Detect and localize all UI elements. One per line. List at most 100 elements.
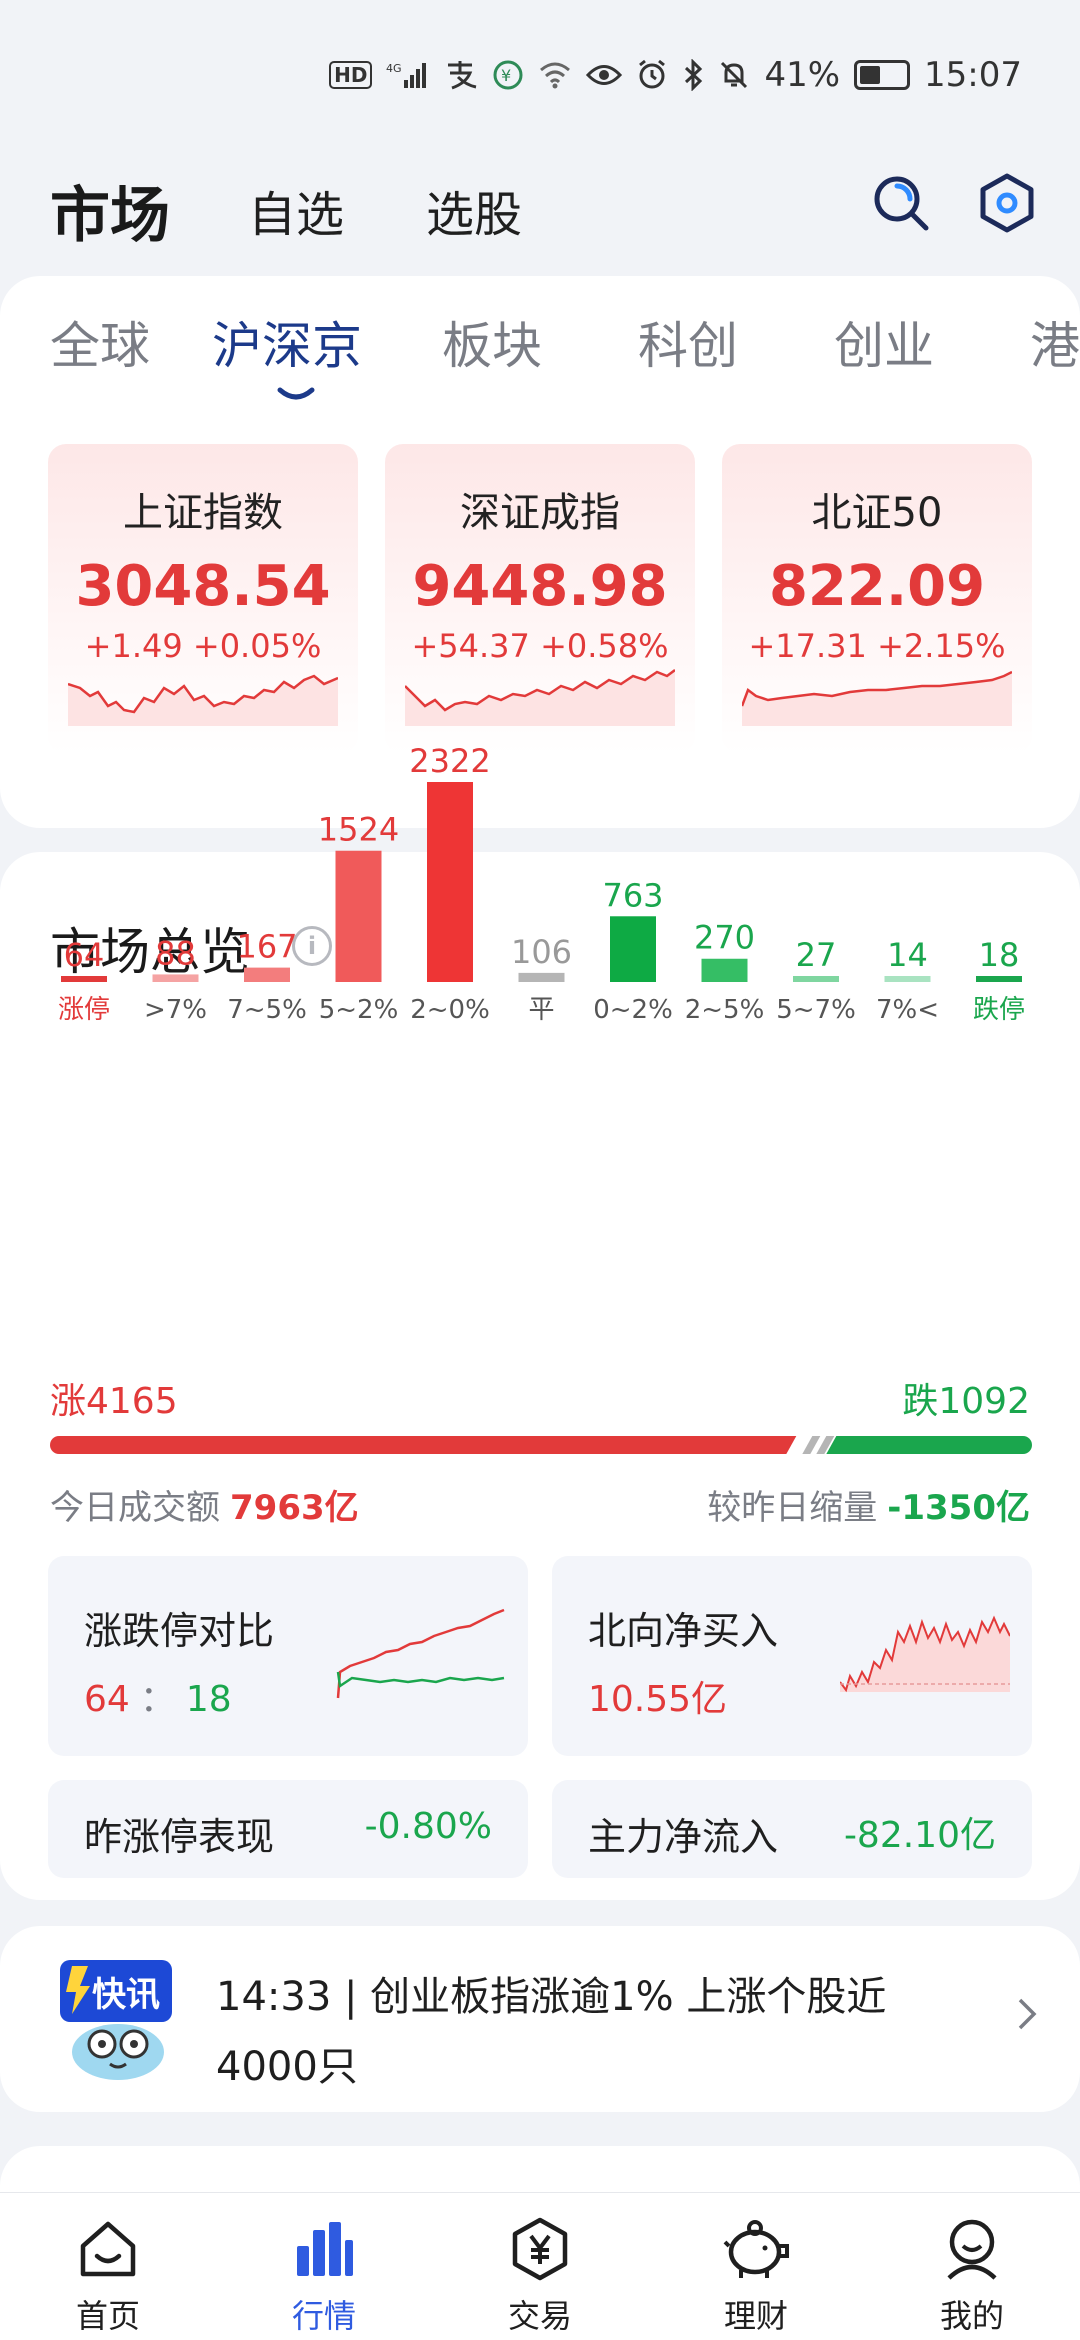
- index-value: 822.09: [768, 554, 986, 619]
- index-change: +1.49 +0.05%: [84, 627, 322, 665]
- tab-global[interactable]: 全球: [50, 306, 150, 378]
- nav-trade[interactable]: 交易: [432, 2193, 648, 2340]
- turnover-today: 今日成交额 7963亿: [50, 1488, 359, 1528]
- settings-hexagon-icon[interactable]: [974, 170, 1040, 236]
- page-title: 市场: [50, 180, 170, 251]
- nav-market[interactable]: 行情: [216, 2193, 432, 2340]
- rise-fall-distribution-chart: 64 涨停 88 >7% 167 7~5% 1524 5~2% 2322 2~0% 106 平 763 0…: [58, 742, 1025, 1025]
- tab-sectors[interactable]: 板块: [442, 306, 542, 378]
- distribution-value-label: 88: [155, 934, 196, 972]
- yesterday-limit-value: -0.80%: [364, 1806, 492, 1847]
- header-tab-stock-picker[interactable]: 选股: [426, 175, 522, 245]
- tab-chinext[interactable]: 创业: [834, 306, 934, 378]
- index-value: 3048.54: [75, 554, 331, 619]
- distribution-category-label: 5~2%: [319, 995, 399, 1025]
- yesterday-limit-card[interactable]: 昨涨停表现 -0.80%: [48, 1780, 528, 1878]
- clock-time: 15:07: [924, 55, 1022, 95]
- search-icon[interactable]: [868, 170, 934, 236]
- distribution-value-label: 167: [236, 928, 297, 966]
- index-card-shanghai[interactable]: 上证指数 3048.54 +1.49 +0.05%: [48, 444, 358, 754]
- limit-compare-card[interactable]: 涨跌停对比 64： 18: [48, 1556, 528, 1756]
- index-change: +17.31 +2.15%: [748, 627, 1006, 665]
- distribution-value-label: 763: [602, 876, 663, 914]
- home-icon: [72, 2213, 144, 2285]
- main-flow-card[interactable]: 主力净流入 -82.10亿: [552, 1780, 1032, 1878]
- wifi-icon: [538, 60, 572, 90]
- piggy-bank-icon: [720, 2213, 792, 2285]
- distribution-value-label: 27: [796, 936, 837, 974]
- nav-label: 理财: [723, 2297, 788, 2335]
- market-tabs: 全球 沪深京 板块 科创 创业 港: [0, 306, 1080, 406]
- limit-compare-values: 64： 18: [84, 1679, 232, 1720]
- distribution-value-label: 64: [64, 936, 105, 974]
- limit-compare-title: 涨跌停对比: [84, 1609, 275, 1653]
- index-name: 上证指数: [123, 490, 283, 536]
- down-count: 跌1092: [902, 1381, 1030, 1422]
- active-tab-indicator: [277, 387, 315, 400]
- chevron-right-icon[interactable]: [1016, 1996, 1040, 2042]
- alarm-icon: [636, 59, 668, 91]
- up-count: 涨4165: [50, 1381, 178, 1422]
- bottom-navigation: 首页 行情 交易 理财 我的: [0, 2192, 1080, 2340]
- header-tab-watchlist[interactable]: 自选: [248, 175, 344, 245]
- main-flow-title: 主力净流入: [588, 1815, 779, 1859]
- northbound-card[interactable]: 北向净买入 10.55亿: [552, 1556, 1032, 1756]
- index-name: 深证成指: [460, 490, 620, 536]
- distribution-value-label: 270: [694, 919, 755, 957]
- news-headline: 14:33 | 创业板指涨逾1% 上涨个股近4000只: [216, 1974, 887, 2090]
- distribution-bar: [793, 976, 839, 982]
- down-ratio-segment: [826, 1436, 1032, 1454]
- distribution-bar: [976, 976, 1022, 982]
- distribution-category-label: 涨停: [58, 995, 110, 1025]
- turnover-row: 今日成交额 7963亿 较昨日缩量 -1350亿: [50, 1470, 1030, 1530]
- battery-percent: 41%: [764, 55, 841, 95]
- alipay-icon: [444, 59, 478, 91]
- nav-home[interactable]: 首页: [0, 2193, 216, 2340]
- index-card-bse50[interactable]: 北证50 822.09 +17.31 +2.15%: [722, 444, 1032, 754]
- svg-text:¥: ¥: [501, 66, 511, 85]
- turnover-compare: 较昨日缩量 -1350亿: [707, 1488, 1030, 1528]
- mute-bell-icon: [718, 59, 750, 91]
- nav-label: 交易: [507, 2297, 572, 2335]
- up-down-count-row: 涨4165 跌1092: [50, 1372, 1030, 1422]
- market-overview-card: 市场总览 i 64 涨停 88 >7% 167 7~5% 1524 5~2% 2322 2~0% 1…: [0, 742, 1080, 1900]
- news-flash-logo-icon: 快讯: [60, 1960, 172, 2080]
- top-header: 市场 自选 选股: [0, 150, 1080, 270]
- profile-icon: [936, 2213, 1008, 2285]
- tab-hk[interactable]: 港: [1030, 306, 1080, 378]
- distribution-category-label: 2~5%: [685, 995, 765, 1025]
- hd-icon: HD: [329, 61, 373, 89]
- distribution-bar: [335, 850, 382, 982]
- status-bar: HD 4G ¥ 41% 15:07: [0, 0, 1080, 150]
- limit-compare-chart: [336, 1608, 505, 1699]
- bluetooth-icon: [682, 59, 704, 91]
- trade-yen-icon: [504, 2213, 576, 2285]
- distribution-category-label: >7%: [144, 995, 207, 1025]
- eye-icon: [586, 62, 623, 88]
- distribution-category-label: 2~0%: [410, 995, 490, 1025]
- yesterday-limit-title: 昨涨停表现: [84, 1815, 275, 1859]
- nav-wealth[interactable]: 理财: [648, 2193, 864, 2340]
- distribution-bar: [61, 976, 107, 982]
- nav-profile[interactable]: 我的: [864, 2193, 1080, 2340]
- nav-label: 首页: [75, 2297, 140, 2335]
- distribution-bar: [884, 976, 931, 982]
- northbound-title: 北向净买入: [588, 1609, 779, 1653]
- distribution-category-label: 5~7%: [776, 995, 856, 1025]
- distribution-category-label: 0~2%: [593, 995, 673, 1025]
- northbound-chart: [840, 1615, 1010, 1693]
- index-card-shenzhen[interactable]: 深证成指 9448.98 +54.37 +0.58%: [385, 444, 695, 754]
- distribution-value-label: 1524: [318, 811, 399, 849]
- battery-icon: [854, 60, 911, 90]
- network-type-text: 4G: [386, 62, 402, 75]
- index-sparkline: [68, 674, 338, 726]
- news-flash-card[interactable]: 快讯 14:33 | 创业板指涨逾1% 上涨个股近4000只: [0, 1926, 1080, 2112]
- distribution-category-label: 7%<: [876, 995, 939, 1025]
- tab-star-market[interactable]: 科创: [638, 306, 738, 378]
- distribution-bar: [701, 958, 748, 982]
- up-down-ratio-bar: [50, 1436, 1032, 1454]
- northbound-value: 10.55亿: [588, 1679, 728, 1720]
- index-name: 北证50: [811, 490, 943, 536]
- nav-label: 我的: [939, 2297, 1004, 2335]
- tab-sh-sz-bj[interactable]: 沪深京: [212, 306, 362, 378]
